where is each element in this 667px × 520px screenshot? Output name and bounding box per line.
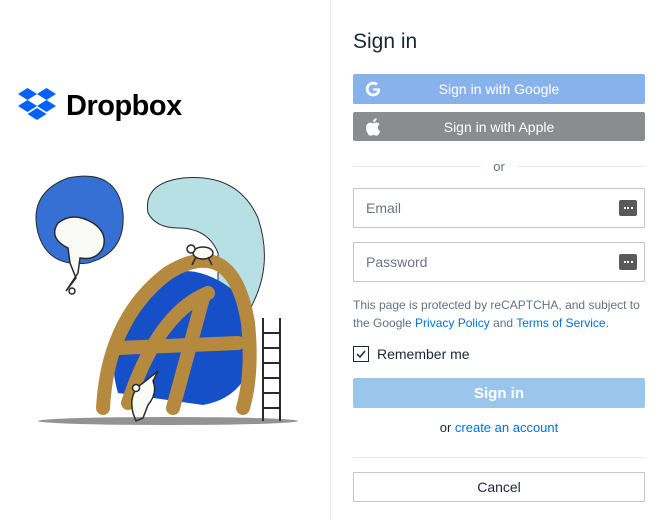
- signin-title: Sign in: [353, 30, 645, 54]
- or-divider-text: or: [481, 159, 517, 174]
- privacy-policy-link[interactable]: Privacy Policy: [415, 316, 490, 330]
- email-input-wrap: [353, 188, 645, 228]
- dropbox-icon: [18, 88, 56, 125]
- left-panel: Dropbox: [0, 0, 330, 520]
- cancel-button[interactable]: Cancel: [353, 472, 645, 502]
- apple-icon: [353, 118, 393, 136]
- google-icon: [353, 80, 393, 98]
- terms-of-service-link[interactable]: Terms of Service: [516, 316, 605, 330]
- password-field[interactable]: [353, 242, 645, 282]
- brand-logo: Dropbox: [18, 88, 182, 125]
- hero-illustration: [8, 143, 308, 443]
- email-field[interactable]: [353, 188, 645, 228]
- apple-signin-button[interactable]: Sign in with Apple: [353, 112, 645, 142]
- brand-name: Dropbox: [66, 90, 182, 123]
- create-account-row: or create an account: [353, 420, 645, 435]
- autofill-icon[interactable]: [619, 200, 637, 216]
- google-signin-label: Sign in with Google: [393, 81, 645, 97]
- recaptcha-notice: This page is protected by reCAPTCHA, and…: [353, 296, 645, 332]
- apple-signin-label: Sign in with Apple: [393, 119, 645, 135]
- create-account-link[interactable]: create an account: [455, 420, 558, 435]
- google-signin-button[interactable]: Sign in with Google: [353, 74, 645, 104]
- or-divider: or: [353, 159, 645, 174]
- remember-me-row: Remember me: [353, 346, 645, 362]
- autofill-icon[interactable]: [619, 254, 637, 270]
- signin-button[interactable]: Sign in: [353, 378, 645, 408]
- signin-panel: Sign in Sign in with Google Sign in with…: [330, 0, 667, 520]
- remember-me-label: Remember me: [377, 346, 470, 362]
- password-input-wrap: [353, 242, 645, 282]
- remember-me-checkbox[interactable]: [353, 346, 369, 362]
- divider-line: [353, 457, 645, 458]
